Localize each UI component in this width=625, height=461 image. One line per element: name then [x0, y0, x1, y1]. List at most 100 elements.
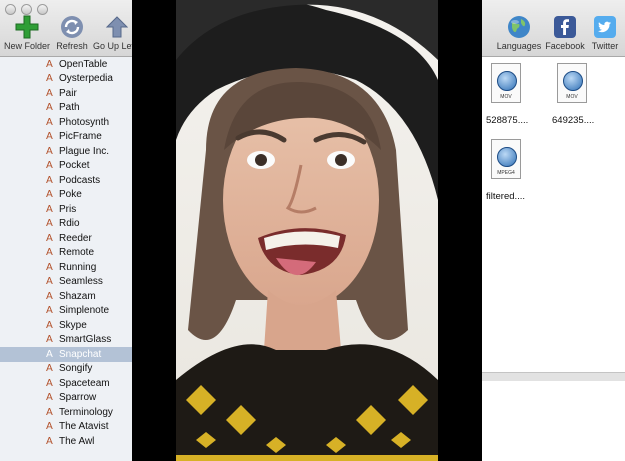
- sidebar-item-terminology[interactable]: A Terminology: [0, 405, 134, 420]
- quicktime-file-icon[interactable]: MPEG4: [487, 139, 525, 185]
- app-store-icon: A: [46, 160, 53, 172]
- video-preview[interactable]: [176, 0, 438, 461]
- refresh-button[interactable]: Refresh: [54, 14, 90, 51]
- file-type-label: MOV: [566, 94, 578, 100]
- new-folder-label: New Folder: [4, 41, 51, 51]
- sidebar-item-label: Terminology: [59, 406, 113, 418]
- app-store-icon: A: [46, 435, 53, 447]
- sidebar-item-label: Oysterpedia: [59, 73, 113, 85]
- sidebar-item-oysterpedia[interactable]: A Oysterpedia: [0, 72, 134, 87]
- app-store-icon: A: [46, 406, 53, 418]
- file-type-label: MOV: [500, 94, 512, 100]
- sidebar-item-spaceteam[interactable]: A Spaceteam: [0, 376, 134, 391]
- new-folder-button[interactable]: New Folder: [4, 14, 50, 51]
- app-store-icon: A: [46, 319, 53, 331]
- sidebar-item-label: Simplenote: [59, 305, 110, 317]
- sidebar-item-label: Songify: [59, 363, 93, 375]
- sidebar-item-remote[interactable]: A Remote: [0, 246, 134, 261]
- sidebar-app-list[interactable]: A OpenTable A Oysterpedia A Pair A Path A Pho…: [0, 57, 135, 461]
- app-store-icon: A: [46, 276, 53, 288]
- app-store-icon: A: [46, 290, 53, 302]
- sidebar-item-label: Spaceteam: [59, 377, 110, 389]
- app-store-icon: A: [46, 73, 53, 85]
- facebook-button[interactable]: Facebook: [544, 14, 586, 51]
- file-name[interactable]: filtered....: [486, 191, 525, 202]
- app-store-icon: A: [46, 174, 53, 186]
- quicktime-file-icon[interactable]: MOV: [553, 63, 591, 109]
- sidebar-item-label: Skype: [59, 319, 87, 331]
- sidebar-item-the-awl[interactable]: A The Awl: [0, 434, 134, 449]
- refresh-label: Refresh: [56, 41, 88, 51]
- sidebar-item-label: Podcasts: [59, 174, 101, 186]
- sidebar-item-label: SmartGlass: [59, 334, 112, 346]
- plus-icon: [4, 14, 50, 40]
- sidebar-item-photosynth[interactable]: A Photosynth: [0, 115, 134, 130]
- sidebar-item-skype[interactable]: A Skype: [0, 318, 134, 333]
- sidebar-item-label: PicFrame: [59, 131, 102, 143]
- file-name[interactable]: 528875....: [486, 115, 528, 126]
- sidebar-item-pris[interactable]: A Pris: [0, 202, 134, 217]
- sidebar-item-picframe[interactable]: A PicFrame: [0, 130, 134, 145]
- sidebar-item-the-atavist[interactable]: A The Atavist: [0, 420, 134, 435]
- sidebar-item-seamless[interactable]: A Seamless: [0, 275, 134, 290]
- app-store-icon: A: [46, 189, 53, 201]
- languages-button[interactable]: Languages: [496, 14, 542, 51]
- sidebar-item-songify[interactable]: A Songify: [0, 362, 134, 377]
- twitter-button[interactable]: Twitter: [588, 14, 622, 51]
- sidebar-item-label: The Atavist: [59, 421, 109, 433]
- twitter-label: Twitter: [591, 41, 619, 51]
- refresh-icon: [54, 14, 90, 40]
- sidebar-item-label: Pair: [59, 87, 77, 99]
- app-store-icon: A: [46, 232, 53, 244]
- sidebar-item-snapchat[interactable]: A Snapchat: [0, 347, 134, 362]
- sidebar-item-label: Sparrow: [59, 392, 97, 404]
- app-store-icon: A: [46, 58, 53, 70]
- app-store-icon: A: [46, 392, 53, 404]
- app-store-icon: A: [46, 87, 53, 99]
- twitter-bird-icon: [588, 14, 622, 40]
- app-store-icon: A: [46, 218, 53, 230]
- sidebar-item-pocket[interactable]: A Pocket: [0, 159, 134, 174]
- sidebar-item-shazam[interactable]: A Shazam: [0, 289, 134, 304]
- app-store-icon: A: [46, 377, 53, 389]
- app-store-icon: A: [46, 305, 53, 317]
- sidebar-item-label: Running: [59, 261, 97, 273]
- quicktime-file-icon[interactable]: MOV: [487, 63, 525, 109]
- app-store-icon: A: [46, 145, 53, 157]
- sidebar-item-label: The Awl: [59, 435, 95, 447]
- app-store-icon: A: [46, 334, 53, 346]
- sidebar-item-opentable[interactable]: A OpenTable: [0, 57, 134, 72]
- app-store-icon: A: [46, 261, 53, 273]
- sidebar-item-smartglass[interactable]: A SmartGlass: [0, 333, 134, 348]
- sidebar-item-label: Path: [59, 102, 80, 114]
- app-store-icon: A: [46, 363, 53, 375]
- sidebar-item-reeder[interactable]: A Reeder: [0, 231, 134, 246]
- sidebar-item-podcasts[interactable]: A Podcasts: [0, 173, 134, 188]
- sidebar-item-label: Photosynth: [59, 116, 110, 128]
- sidebar-item-plague-inc[interactable]: A Plague Inc.: [0, 144, 134, 159]
- sidebar-item-label: Poke: [59, 189, 82, 201]
- sidebar-item-rdio[interactable]: A Rdio: [0, 217, 134, 232]
- video-frame-image: [176, 0, 438, 461]
- file-name[interactable]: 649235....: [552, 115, 594, 126]
- sidebar-item-label: Reeder: [59, 232, 92, 244]
- app-store-icon: A: [46, 421, 53, 433]
- app-store-icon: A: [46, 247, 53, 259]
- sidebar-item-pair[interactable]: A Pair: [0, 86, 134, 101]
- facebook-label: Facebook: [545, 41, 585, 51]
- sidebar-item-sparrow[interactable]: A Sparrow: [0, 391, 134, 406]
- app-store-icon: A: [46, 203, 53, 215]
- sidebar-item-label: Pocket: [59, 160, 90, 172]
- sidebar-item-label: OpenTable: [59, 58, 108, 70]
- sidebar-item-path[interactable]: A Path: [0, 101, 134, 116]
- sidebar-item-label: Plague Inc.: [59, 145, 110, 157]
- sidebar-item-simplenote[interactable]: A Simplenote: [0, 304, 134, 319]
- sidebar-item-label: Snapchat: [59, 348, 102, 360]
- facebook-icon: [544, 14, 586, 40]
- sidebar-item-label: Rdio: [59, 218, 80, 230]
- app-store-icon: A: [46, 131, 53, 143]
- sidebar-item-poke[interactable]: A Poke: [0, 188, 134, 203]
- languages-label: Languages: [496, 41, 542, 51]
- sidebar-item-running[interactable]: A Running: [0, 260, 134, 275]
- app-store-icon: A: [46, 116, 53, 128]
